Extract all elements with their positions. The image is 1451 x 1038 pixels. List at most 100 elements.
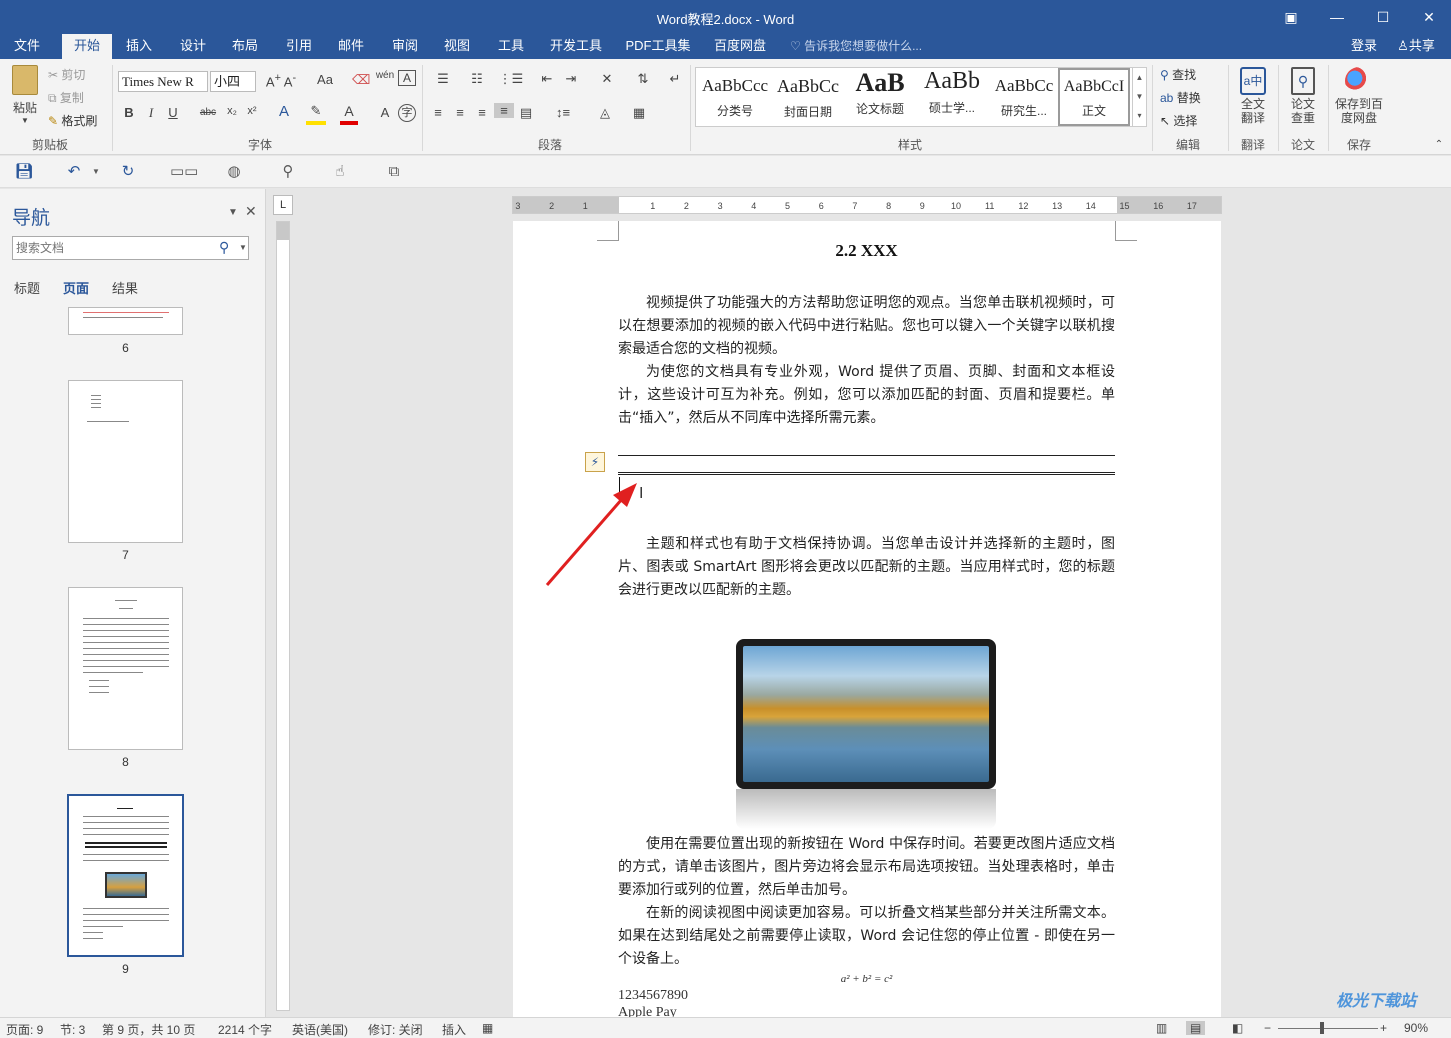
nav-tab-pages[interactable]: 页面	[63, 278, 89, 297]
italic-icon[interactable]: I	[144, 105, 158, 121]
select-button[interactable]: ↖ 选择	[1160, 112, 1197, 129]
tab-selector[interactable]: L	[273, 195, 293, 215]
undo-icon[interactable]: ↶	[64, 162, 84, 182]
page-thumbnail[interactable]	[68, 307, 183, 335]
tab-view[interactable]: 视图	[434, 34, 480, 59]
zoom-slider[interactable]	[1278, 1028, 1378, 1029]
tab-home[interactable]: 开始	[62, 34, 112, 59]
search-icon[interactable]: ⚲	[219, 239, 229, 256]
highlight-icon[interactable]: ✎	[306, 103, 326, 125]
tablet-image[interactable]	[736, 639, 996, 789]
shading-icon[interactable]: A	[377, 105, 393, 120]
touch-mode-icon[interactable]: ☝	[330, 162, 350, 182]
tab-mailings[interactable]: 邮件	[328, 34, 374, 59]
decrease-indent-icon[interactable]: ⇤	[538, 71, 556, 87]
phonetic-guide-icon[interactable]: wén	[375, 70, 395, 81]
tab-baidu-netdisk[interactable]: 百度网盘	[708, 34, 772, 59]
format-painter-button[interactable]: ✎ 格式刷	[48, 112, 97, 129]
close-button[interactable]: ✕	[1406, 0, 1451, 34]
status-insert-mode[interactable]: 插入	[442, 1021, 466, 1038]
maximize-button[interactable]: ☐	[1360, 0, 1406, 34]
ribbon-display-icon[interactable]: ▣	[1268, 0, 1314, 34]
replace-button[interactable]: ab 替换	[1160, 89, 1201, 106]
status-section[interactable]: 节: 3	[60, 1021, 85, 1038]
style-item-selected[interactable]: AaBbCcI 正文	[1058, 68, 1130, 126]
bold-icon[interactable]: B	[122, 105, 136, 120]
web-layout-view-icon[interactable]: ◧	[1232, 1021, 1243, 1035]
autocorrect-options-icon[interactable]: ⚡	[585, 452, 605, 472]
tab-tools[interactable]: 工具	[488, 34, 534, 59]
underline-icon[interactable]: U	[166, 105, 180, 120]
distributed-icon[interactable]: ▤	[518, 105, 534, 121]
macro-icon[interactable]: ▦	[482, 1021, 493, 1035]
tab-pdf-tools[interactable]: PDF工具集	[622, 34, 694, 59]
page-thumbnail[interactable]	[68, 587, 183, 750]
font-color-icon[interactable]: A	[340, 103, 358, 125]
cut-button[interactable]: ✂ 剪切	[48, 66, 85, 83]
bullets-icon[interactable]: ☰	[430, 71, 456, 87]
copy-button[interactable]: ⧉ 复制	[48, 89, 84, 106]
read-mode-icon[interactable]: ▭▭	[170, 162, 198, 182]
print-preview-icon[interactable]: ⚲	[278, 162, 298, 182]
redo-icon[interactable]: ↻	[118, 162, 138, 182]
numbering-icon[interactable]: ☷	[464, 71, 490, 87]
tab-insert[interactable]: 插入	[116, 34, 162, 59]
minimize-button[interactable]: —	[1314, 0, 1360, 34]
zoom-out-button[interactable]: −	[1264, 1021, 1271, 1035]
status-language[interactable]: 英语(美国)	[292, 1021, 348, 1038]
page-thumbnail[interactable]	[68, 380, 183, 543]
tell-me-box[interactable]: ♡ 告诉我您想要做什么...	[790, 34, 940, 59]
align-center-icon[interactable]: ≡	[452, 105, 468, 120]
multilevel-list-icon[interactable]: ⋮☰	[498, 71, 524, 87]
tab-layout[interactable]: 布局	[222, 34, 268, 59]
save-to-baidu-button[interactable]: 保存到百度网盘	[1332, 67, 1386, 125]
read-mode-view-icon[interactable]: ▥	[1156, 1021, 1167, 1035]
tab-references[interactable]: 引用	[276, 34, 322, 59]
find-button[interactable]: ⚲ 查找	[1160, 66, 1196, 83]
font-name-select[interactable]: Times New R	[118, 71, 208, 92]
style-item[interactable]: AaBbCc 研究生...	[988, 70, 1060, 124]
clear-format-icon[interactable]: ⌫	[352, 72, 370, 88]
tab-developer[interactable]: 开发工具	[544, 34, 608, 59]
style-item[interactable]: AaBbCcc 分类号	[699, 70, 771, 124]
sort-icon[interactable]: ⇅	[634, 71, 652, 87]
styles-scroll[interactable]: ▲ ▼ ▾	[1132, 68, 1146, 126]
web-layout-icon[interactable]: ◍	[224, 162, 244, 182]
increase-indent-icon[interactable]: ⇥	[562, 71, 580, 87]
zoom-slider-thumb[interactable]	[1320, 1022, 1324, 1034]
chevron-down-icon[interactable]: ▼	[239, 243, 247, 252]
superscript-icon[interactable]: x²	[244, 105, 260, 117]
char-border-icon[interactable]: A	[398, 70, 416, 86]
tab-review[interactable]: 审阅	[382, 34, 428, 59]
collapse-ribbon-icon[interactable]: ⌃	[1432, 139, 1446, 150]
nav-tab-headings[interactable]: 标题	[14, 278, 40, 297]
borders-icon[interactable]: ▦	[626, 105, 652, 121]
style-item[interactable]: AaB 论文标题	[844, 68, 916, 122]
nav-tab-results[interactable]: 结果	[112, 278, 138, 297]
status-track-changes[interactable]: 修订: 关闭	[368, 1021, 423, 1038]
enclose-char-icon[interactable]: 字	[398, 104, 416, 122]
show-marks-icon[interactable]: ↵	[668, 71, 682, 87]
status-word-count[interactable]: 2214 个字	[218, 1021, 272, 1038]
tab-file[interactable]: 文件	[4, 34, 50, 59]
customize-icon[interactable]: ⧉	[384, 162, 404, 182]
full-translate-button[interactable]: a中 全文翻译	[1234, 67, 1272, 125]
zoom-level[interactable]: 90%	[1404, 1021, 1428, 1035]
subscript-icon[interactable]: x₂	[224, 105, 240, 117]
tab-design[interactable]: 设计	[170, 34, 216, 59]
align-right-icon[interactable]: ≡	[474, 105, 490, 120]
align-left-icon[interactable]: ≡	[430, 105, 446, 120]
share-button[interactable]: ♙共享	[1388, 34, 1444, 59]
style-item[interactable]: AaBb 硕士学...	[916, 68, 988, 122]
page-thumbnail-current[interactable]	[67, 794, 184, 957]
paper-check-button[interactable]: ⚲ 论文查重	[1284, 67, 1322, 125]
change-case-icon[interactable]: Aa	[312, 72, 338, 87]
strikethrough-icon[interactable]: abc	[198, 107, 218, 118]
status-page-of[interactable]: 第 9 页，共 10 页	[102, 1021, 195, 1038]
text-effects-icon[interactable]: A	[275, 103, 293, 120]
search-input[interactable]	[16, 240, 206, 256]
login-link[interactable]: 登录	[1344, 34, 1384, 59]
grow-shrink-font-icon[interactable]: A+ A-	[261, 72, 301, 89]
document-page[interactable]: 2.2 XXX 视频提供了功能强大的方法帮助您证明您的观点。当您单击联机视频时，…	[513, 221, 1221, 1017]
save-icon[interactable]: 💾︎	[14, 162, 34, 182]
